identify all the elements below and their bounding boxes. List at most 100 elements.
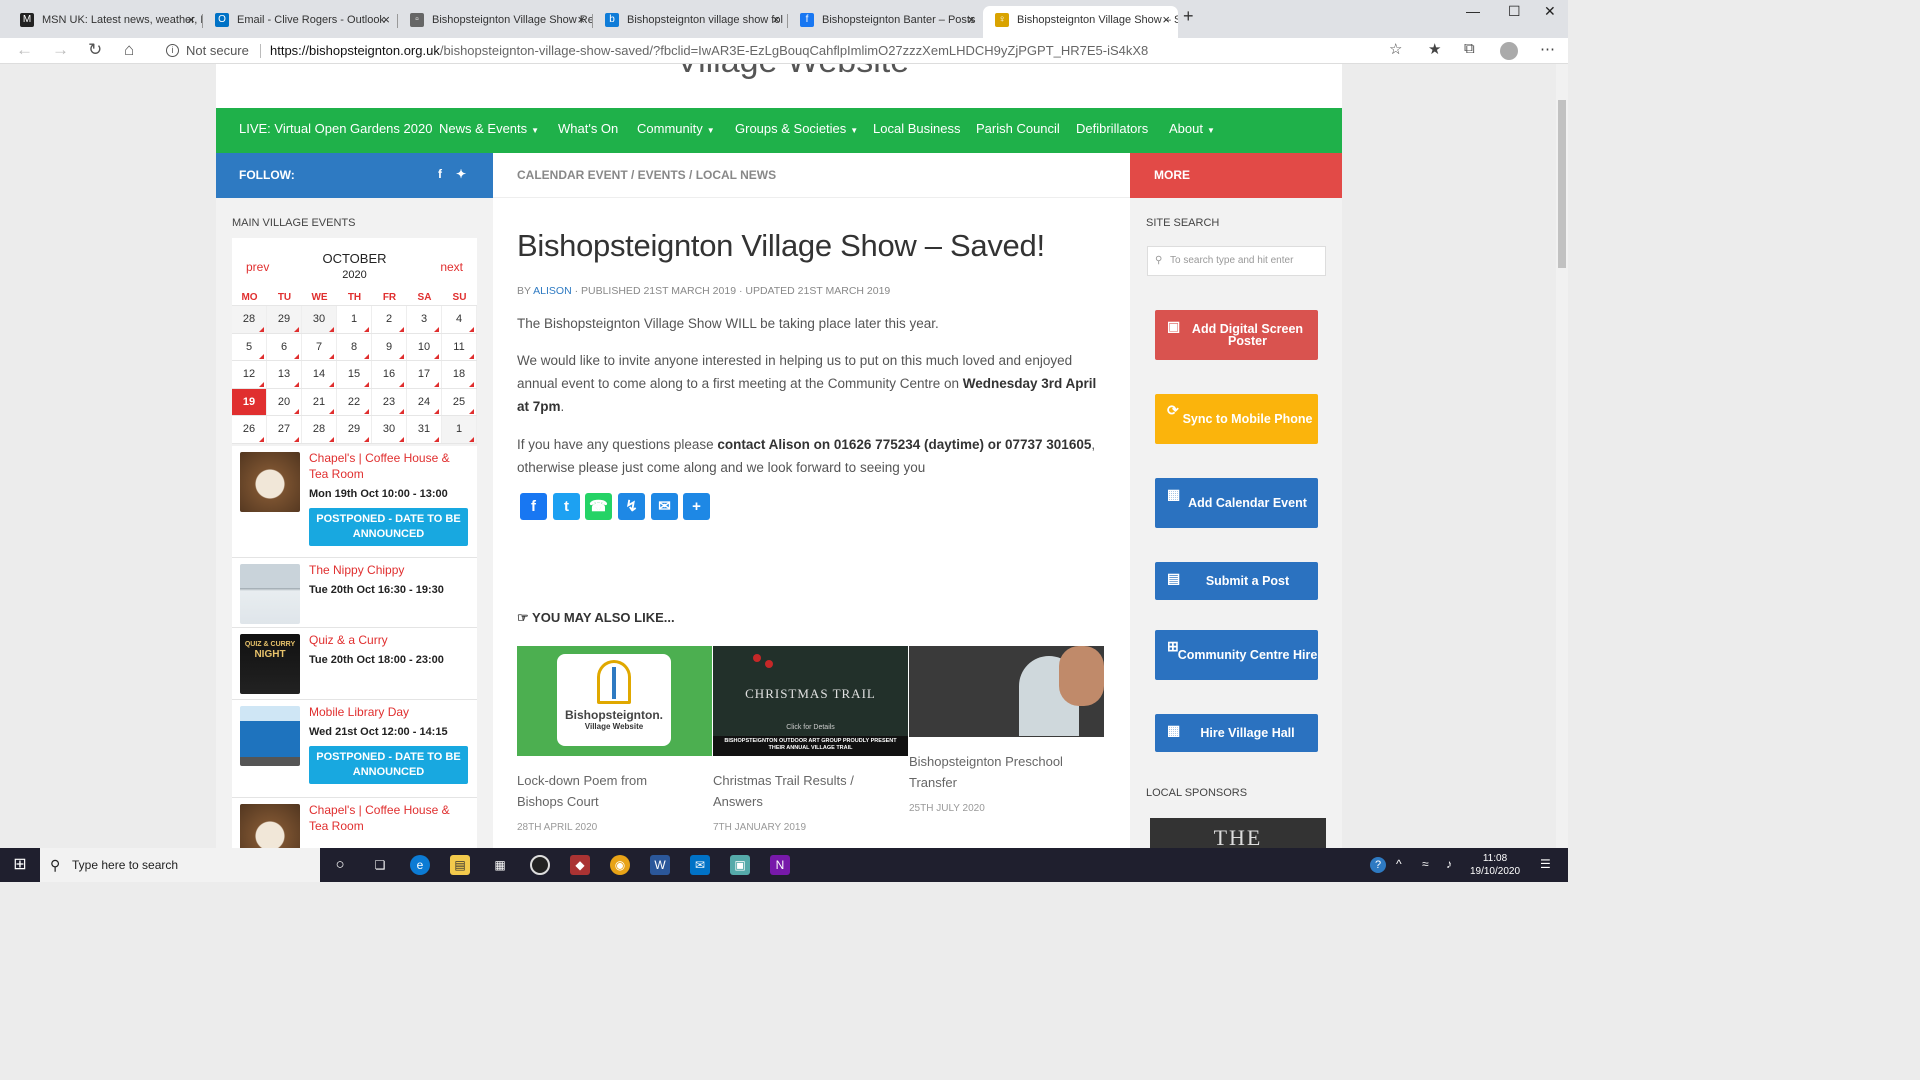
- calendar-day[interactable]: 16: [372, 361, 407, 388]
- nav-item[interactable]: News & Events ▼: [439, 121, 539, 136]
- calendar-day[interactable]: 1: [442, 416, 477, 443]
- calendar-day[interactable]: 7: [302, 333, 337, 360]
- event-item[interactable]: Chapel's | Coffee House & Tea Room: [232, 798, 477, 848]
- calendar-day[interactable]: 24: [407, 388, 442, 415]
- sidebar-button[interactable]: ▣ Add Digital Screen Poster: [1155, 310, 1318, 360]
- calendar-day[interactable]: 28: [232, 306, 267, 333]
- task-view-icon[interactable]: ❏: [370, 855, 390, 875]
- wifi-icon[interactable]: ≈: [1422, 857, 1429, 871]
- close-tab-icon[interactable]: ×: [772, 6, 780, 34]
- nav-item[interactable]: Community ▼: [637, 121, 715, 136]
- calendar-day[interactable]: 15: [337, 361, 372, 388]
- calendar-day[interactable]: 12: [232, 361, 267, 388]
- app-icon[interactable]: [530, 855, 550, 875]
- reload-icon[interactable]: ↻: [88, 40, 102, 60]
- related-caption[interactable]: Lock-down Poem from Bishops Court: [517, 770, 712, 812]
- author-link[interactable]: ALISON: [533, 285, 572, 297]
- monitor-app-icon[interactable]: ▣: [730, 855, 750, 875]
- browser-tab[interactable]: M MSN UK: Latest news, weather, H ×: [8, 6, 203, 38]
- nav-item[interactable]: What's On: [558, 121, 618, 136]
- event-title[interactable]: Mobile Library Day: [309, 704, 467, 720]
- share-messenger-button[interactable]: ↯: [618, 493, 645, 520]
- favorites-icon[interactable]: ★: [1428, 40, 1441, 58]
- close-tab-icon[interactable]: ×: [382, 6, 390, 34]
- calendar-day[interactable]: 26: [232, 416, 267, 443]
- calendar-day[interactable]: 23: [372, 388, 407, 415]
- related-post[interactable]: CHRISTMAS TRAIL Click for Details BISHOP…: [713, 646, 908, 833]
- calendar-day[interactable]: 21: [302, 388, 337, 415]
- event-item[interactable]: Chapel's | Coffee House & Tea Room Mon 19…: [232, 446, 477, 558]
- windows-start-icon[interactable]: ⊞: [10, 855, 30, 875]
- calendar-day[interactable]: 20: [267, 388, 302, 415]
- close-tab-icon[interactable]: ×: [187, 6, 195, 34]
- home-icon[interactable]: ⌂: [124, 40, 134, 60]
- nav-item[interactable]: Parish Council: [976, 121, 1060, 136]
- url-field[interactable]: i Not secure https://bishopsteignton.org…: [160, 40, 1410, 62]
- breadcrumb-text[interactable]: CALENDAR EVENT / EVENTS / LOCAL NEWS: [517, 168, 776, 182]
- related-image-logo[interactable]: Bishopsteignton. Village Website: [517, 646, 712, 756]
- related-caption[interactable]: Christmas Trail Results / Answers: [713, 770, 908, 812]
- event-thumbnail[interactable]: [240, 706, 300, 766]
- browser-tab[interactable]: b Bishopsteignton village show fol ×: [593, 6, 788, 38]
- taskbar-search[interactable]: ⚲ Type here to search: [40, 848, 320, 882]
- event-title[interactable]: Chapel's | Coffee House & Tea Room: [309, 802, 467, 834]
- close-tab-icon[interactable]: ×: [577, 6, 585, 34]
- calendar-day[interactable]: 4: [442, 306, 477, 333]
- calendar-day[interactable]: 10: [407, 333, 442, 360]
- related-post[interactable]: Bishopsteignton Preschool Transfer 25TH …: [909, 646, 1104, 814]
- nav-item[interactable]: Groups & Societies ▼: [735, 121, 858, 136]
- related-caption[interactable]: Bishopsteignton Preschool Transfer: [909, 751, 1104, 793]
- event-title[interactable]: Chapel's | Coffee House & Tea Room: [309, 450, 467, 482]
- calendar-day[interactable]: 29: [267, 306, 302, 333]
- calendar-day[interactable]: 29: [337, 416, 372, 443]
- event-thumbnail[interactable]: [240, 564, 300, 624]
- related-image-christmas[interactable]: CHRISTMAS TRAIL Click for Details BISHOP…: [713, 646, 908, 756]
- browser-tab[interactable]: O Email - Clive Rogers - Outlook ×: [203, 6, 398, 38]
- share-more-button[interactable]: +: [683, 493, 710, 520]
- browser-tab[interactable]: ♀ Bishopsteignton Village Show – S ×: [983, 6, 1178, 38]
- taskbar-clock[interactable]: 11:08 19/10/2020: [1464, 852, 1526, 878]
- notifications-icon[interactable]: ☰: [1540, 857, 1551, 871]
- browser-tab[interactable]: ▫ Bishopsteignton Village Show Re ×: [398, 6, 593, 38]
- profile-avatar[interactable]: [1500, 42, 1518, 60]
- calendar-day[interactable]: 6: [267, 333, 302, 360]
- sidebar-button[interactable]: ▦ Hire Village Hall: [1155, 714, 1318, 752]
- calendar-day[interactable]: 11: [442, 333, 477, 360]
- back-icon[interactable]: ←: [16, 40, 33, 60]
- calendar-day[interactable]: 28: [302, 416, 337, 443]
- calendar-day[interactable]: 2: [372, 306, 407, 333]
- related-post[interactable]: Bishopsteignton. Village Website Lock-do…: [517, 646, 712, 833]
- event-thumbnail[interactable]: [240, 804, 300, 848]
- postponed-badge[interactable]: POSTPONED - DATE TO BE ANNOUNCED: [309, 746, 468, 784]
- facebook-icon[interactable]: f: [438, 167, 442, 181]
- onenote-icon[interactable]: N: [770, 855, 790, 875]
- event-item[interactable]: QUIZ & CURRY NIGHT Quiz & a Curry Tue 20th …: [232, 628, 477, 700]
- browser-tab[interactable]: f Bishopsteignton Banter – Posts ×: [788, 6, 983, 38]
- calendar-day[interactable]: 27: [267, 416, 302, 443]
- sponsor-banner[interactable]: THE: [1150, 818, 1326, 848]
- word-icon[interactable]: W: [650, 855, 670, 875]
- file-explorer-icon[interactable]: ▤: [450, 855, 470, 875]
- close-tab-icon[interactable]: ×: [1162, 6, 1170, 34]
- edge-icon[interactable]: e: [410, 855, 430, 875]
- share-facebook-button[interactable]: f: [520, 493, 547, 520]
- event-item[interactable]: The Nippy Chippy Tue 20th Oct 16:30 - 19:…: [232, 558, 477, 628]
- nav-item[interactable]: LIVE: Virtual Open Gardens 2020: [239, 121, 432, 136]
- calendar-day[interactable]: 22: [337, 388, 372, 415]
- volume-icon[interactable]: ♪: [1446, 857, 1452, 871]
- share-email-button[interactable]: ✉: [651, 493, 678, 520]
- calendar-day[interactable]: 31: [407, 416, 442, 443]
- calendar-day[interactable]: 13: [267, 361, 302, 388]
- event-title[interactable]: Quiz & a Curry: [309, 632, 467, 648]
- calendar-day[interactable]: 25: [442, 388, 477, 415]
- chrome-icon[interactable]: ◉: [610, 855, 630, 875]
- store-icon[interactable]: ▦: [490, 855, 510, 875]
- close-window-button[interactable]: ✕: [1544, 3, 1556, 20]
- calendar-day[interactable]: 1: [337, 306, 372, 333]
- cortana-icon[interactable]: ○: [330, 855, 350, 875]
- calendar-day[interactable]: 18: [442, 361, 477, 388]
- event-thumbnail[interactable]: QUIZ & CURRY NIGHT: [240, 634, 300, 694]
- calendar-next-link[interactable]: next: [440, 260, 463, 274]
- photo-app-icon[interactable]: ◆: [570, 855, 590, 875]
- sidebar-button[interactable]: ⊞ Community Centre Hire: [1155, 630, 1318, 680]
